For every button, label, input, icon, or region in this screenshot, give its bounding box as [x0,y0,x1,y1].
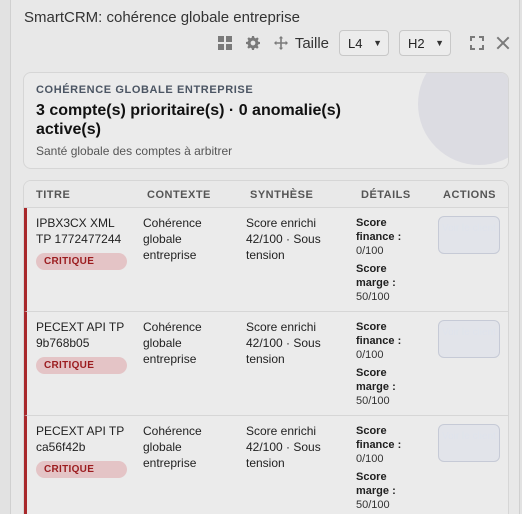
finance-value: 0/100 [356,453,384,465]
view-client-button[interactable]: Voir le client [438,424,500,462]
finance-value: 0/100 [356,245,384,257]
fullscreen-icon[interactable] [469,35,485,51]
margin-value: 50/100 [356,499,390,511]
table-row: PECEXT API TP 9b768b05 CRITIQUE Cohérenc… [24,312,508,416]
row-title: IPBX3CX XML TP 1772477244 [36,216,122,246]
row-details: Score finance : 0/100 Score marge : 50/1… [356,424,416,512]
row-synthesis: Score enrichi 42/100 · Sous tension [246,320,321,366]
header-details: DÉTAILS [361,189,411,201]
margin-value: 50/100 [356,395,390,407]
header-context: CONTEXTE [147,189,211,201]
row-title: PECEXT API TP 9b768b05 [36,320,125,350]
table-header: TITRE CONTEXTE SYNTHÈSE DÉTAILS ACTIONS [24,181,508,208]
accounts-table: TITRE CONTEXTE SYNTHÈSE DÉTAILS ACTIONS … [23,180,509,514]
close-icon[interactable] [495,35,511,51]
summary-banner: COHÉRENCE GLOBALE ENTREPRISE 3 compte(s)… [23,72,509,169]
finance-label: Score finance : [356,217,402,243]
status-badge: CRITIQUE [36,461,127,478]
row-context: Cohérence globale entreprise [143,320,202,366]
chevron-down-icon: ▼ [435,38,444,48]
margin-label: Score marge : [356,263,396,289]
row-title-cell: PECEXT API TP 9b768b05 CRITIQUE [36,319,132,374]
row-title-cell: IPBX3CX XML TP 1772477244 CRITIQUE [36,215,132,270]
header-actions: ACTIONS [443,189,496,201]
toolbar: Taille L4 ▼ H2 ▼ [205,30,511,56]
margin-label: Score marge : [356,367,396,393]
view-client-button[interactable]: Voir le client [438,216,500,254]
banner-kicker: COHÉRENCE GLOBALE ENTREPRISE [36,84,254,96]
window-title: SmartCRM: cohérence globale entreprise [24,9,300,26]
row-synthesis: Score enrichi 42/100 · Sous tension [246,216,321,262]
margin-value: 50/100 [356,291,390,303]
finance-label: Score finance : [356,425,402,451]
row-context: Cohérence globale entreprise [143,424,202,470]
table-row: PECEXT API TP ca56f42b CRITIQUE Cohérenc… [24,416,508,514]
banner-subtitle: Santé globale des comptes à arbitrer [36,144,233,158]
gear-icon[interactable] [245,35,261,51]
height-select-value: H2 [408,35,425,51]
row-title-cell: PECEXT API TP ca56f42b CRITIQUE [36,423,132,478]
row-synthesis: Score enrichi 42/100 · Sous tension [246,424,321,470]
finance-value: 0/100 [356,349,384,361]
size-label: Taille [294,34,329,52]
row-details: Score finance : 0/100 Score marge : 50/1… [356,216,416,304]
decorative-circle [418,73,508,165]
row-details: Score finance : 0/100 Score marge : 50/1… [356,320,416,408]
widget-window: SmartCRM: cohérence globale entreprise T… [10,0,520,514]
header-synthesis: SYNTHÈSE [250,189,314,201]
header-title: TITRE [36,189,71,201]
margin-label: Score marge : [356,471,396,497]
status-badge: CRITIQUE [36,253,127,270]
width-select-value: L4 [348,35,363,51]
layout-grid-icon[interactable] [217,35,233,51]
status-badge: CRITIQUE [36,357,127,374]
row-title: PECEXT API TP ca56f42b [36,424,125,454]
table-row: IPBX3CX XML TP 1772477244 CRITIQUE Cohér… [24,208,508,312]
banner-headline: 3 compte(s) prioritaire(s) · 0 anomalie(… [36,102,341,138]
row-context: Cohérence globale entreprise [143,216,202,262]
finance-label: Score finance : [356,321,402,347]
move-icon[interactable] [273,35,289,51]
chevron-down-icon: ▼ [373,38,382,48]
height-select[interactable]: H2 ▼ [399,30,451,56]
width-select[interactable]: L4 ▼ [339,30,389,56]
view-client-button[interactable]: Voir le client [438,320,500,358]
